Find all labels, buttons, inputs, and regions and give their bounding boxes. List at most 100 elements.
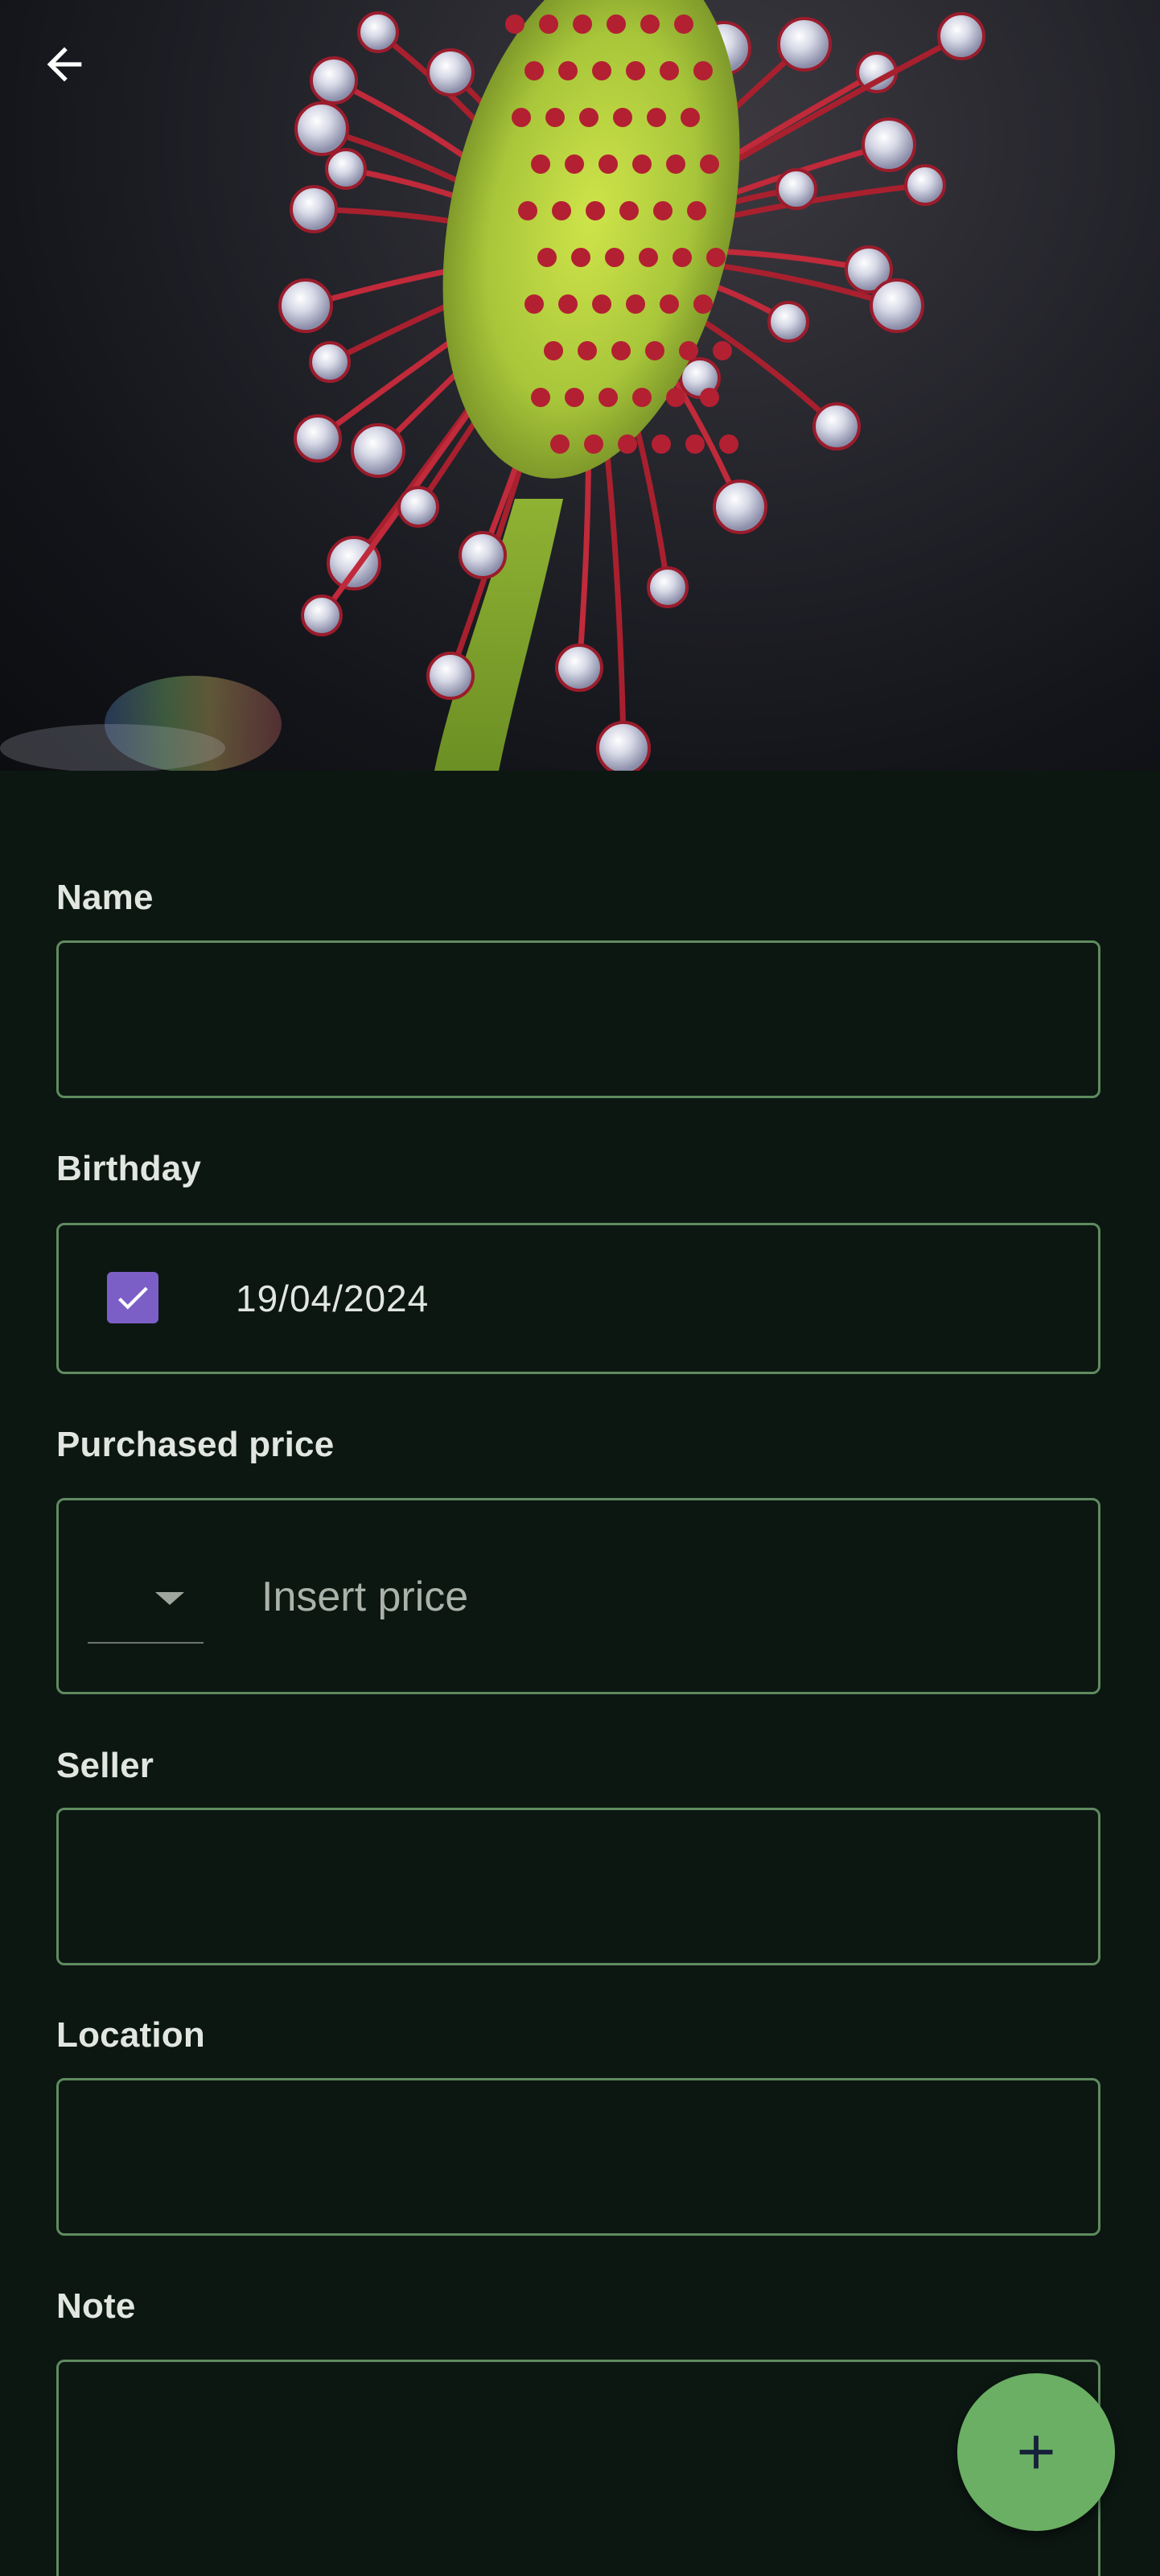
purchased-price-field[interactable] [56, 1498, 1100, 1694]
dew-drop [647, 566, 689, 608]
dew-drop [357, 11, 399, 53]
gland [706, 248, 726, 267]
gland [632, 388, 652, 407]
gland [618, 434, 637, 454]
gland [565, 388, 584, 407]
gland [599, 388, 618, 407]
gland [592, 61, 611, 80]
seller-field[interactable] [56, 1808, 1100, 1965]
gland [607, 14, 626, 34]
dew-drop [775, 168, 817, 210]
seller-label: Seller [56, 1746, 154, 1785]
gland [700, 388, 719, 407]
back-button[interactable] [39, 39, 119, 119]
gland [512, 108, 531, 127]
check-icon [118, 1286, 148, 1310]
gland [531, 388, 550, 407]
gland [700, 154, 719, 174]
gland [573, 14, 592, 34]
gland [639, 248, 658, 267]
dew-drop [812, 402, 861, 451]
gland [578, 341, 597, 360]
gland [531, 154, 550, 174]
gland [666, 154, 685, 174]
dew-drop [426, 652, 475, 700]
arrow-left-icon [47, 47, 82, 82]
location-input[interactable] [59, 2080, 1098, 2233]
dew-drop [862, 117, 916, 172]
gland [558, 294, 578, 314]
gland [685, 434, 705, 454]
price-input[interactable] [260, 1500, 1067, 1693]
gland [605, 248, 624, 267]
gland [687, 201, 706, 220]
gland [613, 108, 632, 127]
location-label: Location [56, 2015, 205, 2055]
gland [666, 388, 685, 407]
dew-drop [294, 101, 349, 156]
add-button[interactable] [957, 2373, 1115, 2531]
gland [619, 201, 639, 220]
dew-drop [870, 278, 924, 333]
dew-drop [397, 486, 439, 528]
gland [660, 61, 679, 80]
note-field[interactable] [56, 2360, 1100, 2576]
name-field[interactable] [56, 940, 1100, 1098]
dew-drop [555, 644, 603, 692]
sundew-photo-illustration [0, 0, 985, 771]
gland [626, 294, 645, 314]
gland [640, 14, 660, 34]
gland [599, 154, 618, 174]
gland [505, 14, 524, 34]
dew-drop [937, 12, 985, 60]
gland [544, 341, 563, 360]
gland [713, 341, 732, 360]
dew-drop [767, 301, 809, 343]
plant-edit-screen: Name Birthday 19/04/2024 Purchased price [0, 0, 1160, 2576]
gland [524, 61, 544, 80]
dew-drop [426, 48, 475, 97]
dew-drop [278, 278, 333, 333]
gland [558, 61, 578, 80]
gland [550, 434, 570, 454]
gland [679, 341, 698, 360]
dew-drop [309, 341, 351, 383]
gland [611, 341, 631, 360]
gland [545, 108, 565, 127]
gland [518, 201, 537, 220]
dew-drop [596, 721, 651, 771]
note-label: Note [56, 2286, 136, 2326]
gland [571, 248, 590, 267]
dew-drop [777, 17, 832, 72]
name-label: Name [56, 878, 154, 917]
gland [632, 154, 652, 174]
dew-drop [459, 531, 507, 579]
gland [645, 341, 664, 360]
dew-drop [294, 414, 342, 463]
gland [584, 434, 603, 454]
dew-drop [301, 595, 343, 636]
birthday-label: Birthday [56, 1149, 202, 1188]
gland [552, 201, 571, 220]
gland [653, 201, 673, 220]
birthday-checkbox[interactable] [107, 1272, 158, 1323]
birthday-field[interactable]: 19/04/2024 [56, 1223, 1100, 1374]
currency-dropdown[interactable] [88, 1565, 204, 1644]
gland [647, 108, 666, 127]
purchased-price-label: Purchased price [56, 1425, 335, 1464]
dew-drop [904, 164, 946, 206]
gland [719, 434, 738, 454]
birthday-date[interactable]: 19/04/2024 [236, 1225, 429, 1372]
name-input[interactable] [59, 943, 1098, 1096]
gland [693, 61, 713, 80]
gland [565, 154, 584, 174]
note-input[interactable] [59, 2362, 1098, 2576]
dew-drop [310, 56, 358, 105]
gland [524, 294, 544, 314]
plus-icon [1019, 2435, 1053, 2469]
seller-input[interactable] [59, 1810, 1098, 1963]
location-field[interactable] [56, 2078, 1100, 2236]
gland [626, 61, 645, 80]
dew-drop [290, 185, 338, 233]
gland [592, 294, 611, 314]
